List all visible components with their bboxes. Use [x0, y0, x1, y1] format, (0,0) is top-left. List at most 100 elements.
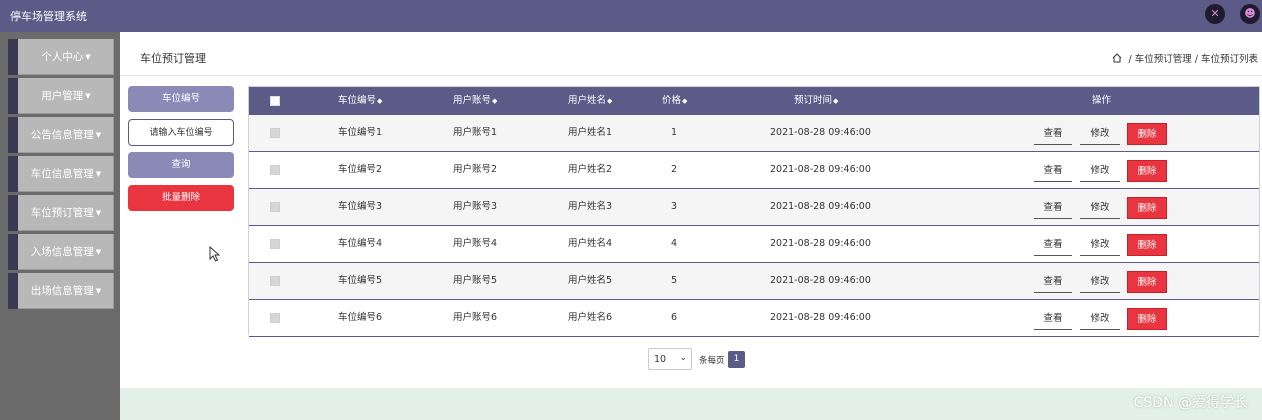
- sidebar-item-personal-center[interactable]: 个人中心 ▼: [8, 39, 114, 75]
- cell-time: 2021-08-28 09:46:00: [770, 312, 871, 323]
- delete-button[interactable]: 删除: [1127, 271, 1167, 293]
- delete-button[interactable]: 删除: [1127, 123, 1167, 145]
- caret-down-icon: ▼: [95, 287, 102, 295]
- cell-price: 3: [671, 201, 678, 212]
- table-row: 车位编号1 用户账号1 用户姓名1 1 2021-08-28 09:46:00 …: [249, 115, 1259, 152]
- cell-name: 用户姓名4: [568, 238, 613, 249]
- sidebar-item-notice-management[interactable]: 公告信息管理 ▼: [8, 117, 114, 153]
- view-button[interactable]: 查看: [1034, 160, 1072, 182]
- cell-account: 用户账号5: [453, 275, 498, 286]
- space-no-label: 车位编号: [128, 86, 234, 112]
- cell-name: 用户姓名3: [568, 201, 613, 212]
- user-icon[interactable]: ☻: [1240, 4, 1260, 24]
- view-button[interactable]: 查看: [1034, 308, 1072, 330]
- space-no-search-input[interactable]: [128, 119, 234, 146]
- per-page-label: 条每页: [699, 356, 725, 366]
- edit-button[interactable]: 修改: [1080, 123, 1120, 145]
- edit-button[interactable]: 修改: [1080, 160, 1120, 182]
- cell-account: 用户账号2: [453, 164, 498, 175]
- page-header: 车位预订管理 / 车位预订管理 / 车位预订列表: [120, 36, 1262, 76]
- breadcrumb-sep: /: [1125, 54, 1135, 65]
- query-button[interactable]: 查询: [128, 152, 234, 178]
- cell-price: 5: [671, 275, 678, 286]
- row-checkbox[interactable]: [270, 202, 280, 212]
- view-button[interactable]: 查看: [1034, 197, 1072, 219]
- row-checkbox[interactable]: [270, 313, 280, 323]
- edit-button[interactable]: 修改: [1080, 234, 1120, 256]
- page-size-select[interactable]: 10 ⌄: [648, 348, 692, 370]
- home-icon[interactable]: [1112, 53, 1122, 63]
- cell-space-no: 车位编号3: [338, 201, 383, 212]
- column-header-price[interactable]: 价格◆: [662, 87, 687, 115]
- table-row: 车位编号6 用户账号6 用户姓名6 6 2021-08-28 09:46:00 …: [249, 300, 1259, 337]
- cell-time: 2021-08-28 09:46:00: [770, 275, 871, 286]
- cell-account: 用户账号1: [453, 127, 498, 138]
- sidebar-item-exit-info-management[interactable]: 出场信息管理 ▼: [8, 273, 114, 309]
- column-header-name[interactable]: 用户姓名◆: [568, 87, 612, 115]
- cell-name: 用户姓名2: [568, 164, 613, 175]
- view-button[interactable]: 查看: [1034, 123, 1072, 145]
- table-row: 车位编号3 用户账号3 用户姓名3 3 2021-08-28 09:46:00 …: [249, 189, 1259, 226]
- cell-name: 用户姓名5: [568, 275, 613, 286]
- delete-button[interactable]: 删除: [1127, 308, 1167, 330]
- cell-name: 用户姓名6: [568, 312, 613, 323]
- batch-delete-button[interactable]: 批量删除: [128, 185, 234, 211]
- caret-down-icon: ▼: [95, 131, 102, 139]
- column-header-time[interactable]: 预订时间◆: [794, 87, 838, 115]
- top-bar: 停车场管理系统 ✕ ☻: [0, 0, 1262, 32]
- caret-down-icon: ▼: [85, 92, 91, 100]
- chevron-down-icon: ⌄: [679, 353, 687, 363]
- cell-account: 用户账号3: [453, 201, 498, 212]
- breadcrumb-item-current: 车位预订列表: [1200, 54, 1258, 65]
- caret-down-icon: ▼: [95, 170, 102, 178]
- edit-button[interactable]: 修改: [1080, 197, 1120, 219]
- row-checkbox[interactable]: [270, 128, 280, 138]
- select-all-checkbox[interactable]: [270, 96, 280, 106]
- sidebar-item-user-management[interactable]: 用户管理 ▼: [8, 78, 114, 114]
- page-number-button[interactable]: 1: [728, 351, 745, 368]
- table-row: 车位编号5 用户账号5 用户姓名5 5 2021-08-28 09:46:00 …: [249, 263, 1259, 300]
- cell-space-no: 车位编号4: [338, 238, 383, 249]
- sidebar-item-label: 个人中心: [41, 51, 84, 63]
- app-title: 停车场管理系统: [10, 10, 87, 23]
- cell-time: 2021-08-28 09:46:00: [770, 127, 871, 138]
- sidebar: 个人中心 ▼ 用户管理 ▼ 公告信息管理 ▼ 车位信息管理 ▼ 车位预订管理 ▼ 入场信息…: [0, 32, 120, 420]
- breadcrumb-item[interactable]: 车位预订管理: [1135, 54, 1192, 65]
- column-header-space-no[interactable]: 车位编号◆: [338, 87, 382, 115]
- edit-button[interactable]: 修改: [1080, 271, 1120, 293]
- caret-down-icon: ▼: [95, 209, 102, 217]
- mouse-cursor-icon: [209, 246, 221, 262]
- cell-space-no: 车位编号5: [338, 275, 383, 286]
- row-checkbox[interactable]: [270, 165, 280, 175]
- cell-price: 4: [671, 238, 678, 249]
- cell-time: 2021-08-28 09:46:00: [770, 201, 871, 212]
- edit-button[interactable]: 修改: [1080, 308, 1120, 330]
- sidebar-item-label: 车位预订管理: [30, 207, 94, 219]
- cell-name: 用户姓名1: [568, 127, 613, 138]
- delete-button[interactable]: 删除: [1127, 234, 1167, 256]
- cell-space-no: 车位编号6: [338, 312, 383, 323]
- sidebar-item-label: 公告信息管理: [30, 129, 94, 141]
- row-checkbox[interactable]: [270, 276, 280, 286]
- page-size-value: 10: [654, 354, 667, 365]
- column-header-account[interactable]: 用户账号◆: [453, 87, 497, 115]
- sidebar-item-label: 用户管理: [41, 90, 84, 102]
- delete-button[interactable]: 删除: [1127, 160, 1167, 182]
- table-header: 车位编号◆ 用户账号◆ 用户姓名◆ 价格◆ 预订时间◆ 操作: [249, 87, 1259, 115]
- page-title: 车位预订管理: [140, 52, 206, 65]
- delete-button[interactable]: 删除: [1127, 197, 1167, 219]
- cell-space-no: 车位编号1: [338, 127, 383, 138]
- cell-price: 1: [671, 127, 678, 138]
- sidebar-item-space-info-management[interactable]: 车位信息管理 ▼: [8, 156, 114, 192]
- expand-icon[interactable]: ✕: [1205, 4, 1225, 24]
- sidebar-item-space-booking-management[interactable]: 车位预订管理 ▼: [8, 195, 114, 231]
- sidebar-item-label: 入场信息管理: [30, 246, 94, 258]
- cell-space-no: 车位编号2: [338, 164, 383, 175]
- booking-table: 车位编号◆ 用户账号◆ 用户姓名◆ 价格◆ 预订时间◆ 操作 车位编号1 用户账…: [248, 86, 1260, 337]
- view-button[interactable]: 查看: [1034, 271, 1072, 293]
- view-button[interactable]: 查看: [1034, 234, 1072, 256]
- sidebar-item-label: 出场信息管理: [30, 285, 94, 297]
- row-checkbox[interactable]: [270, 239, 280, 249]
- column-header-actions: 操作: [1092, 95, 1112, 106]
- sidebar-item-entry-info-management[interactable]: 入场信息管理 ▼: [8, 234, 114, 270]
